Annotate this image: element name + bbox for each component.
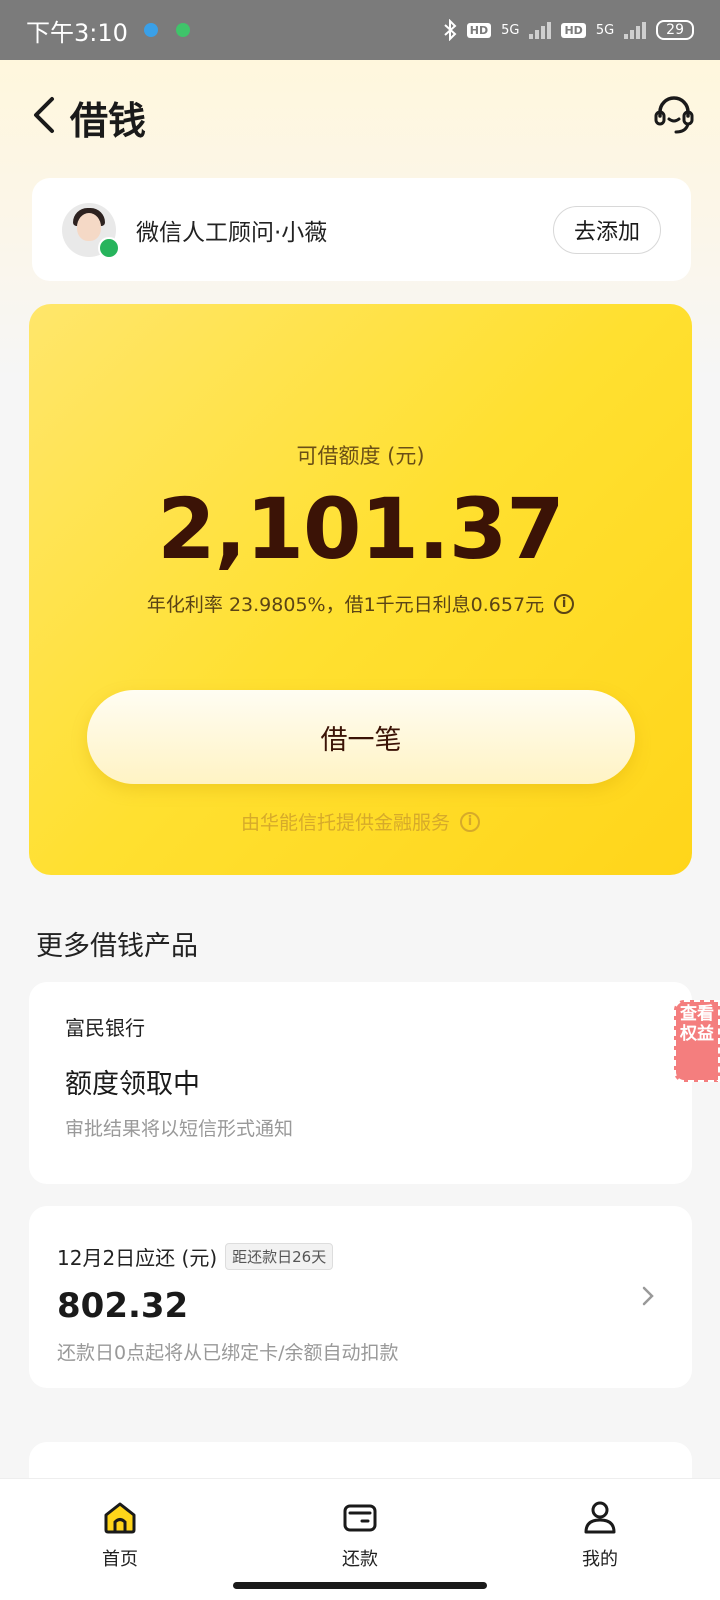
interest-rate-text: 年化利率 23.9805%，借1千元日利息0.657元: [146, 594, 545, 616]
app-notification-icon: [175, 23, 190, 37]
status-time: 下午3:10: [26, 18, 128, 47]
network-label: 5G: [501, 22, 520, 38]
days-badge: 距还款日26天: [225, 1243, 334, 1270]
tab-home[interactable]: 首页: [0, 1479, 240, 1600]
network-label: 5G: [595, 22, 615, 38]
hd-badge: HD: [466, 22, 492, 38]
advisor-name: 微信人工顾问·小薇: [136, 219, 328, 246]
signal-icon: [624, 21, 647, 39]
interest-rate-row: 年化利率 23.9805%，借1千元日利息0.657元 i: [29, 590, 692, 617]
repayment-amount: 802.32: [57, 1286, 189, 1326]
back-icon[interactable]: [30, 95, 60, 135]
credit-card: 可借额度 (元) 2,101.37 年化利率 23.9805%，借1千元日利息0…: [29, 304, 692, 875]
repayment-header: 12月2日应还 (元) 距还款日26天: [57, 1242, 334, 1271]
user-icon: [584, 1501, 616, 1534]
bank-status: 额度领取中: [65, 1069, 200, 1100]
home-icon: [104, 1502, 136, 1534]
hd-badge: HD: [561, 22, 586, 38]
wallet-icon: [343, 1504, 377, 1532]
page-title: 借钱: [70, 99, 147, 143]
signal-icon: [529, 21, 552, 39]
credit-limit-amount: 2,101.37: [157, 480, 565, 578]
tab-mine-label: 我的: [582, 1549, 618, 1570]
credit-limit-label: 可借额度 (元): [296, 444, 425, 468]
tab-repay-label: 还款: [342, 1549, 378, 1570]
advisor-card[interactable]: 微信人工顾问·小薇 去添加: [32, 178, 691, 281]
chevron-right-icon: [642, 1286, 654, 1306]
info-icon[interactable]: i: [554, 593, 575, 614]
home-indicator[interactable]: [233, 1582, 487, 1589]
benefits-tag[interactable]: 查看权益: [674, 1000, 720, 1082]
bank-product-card[interactable]: 富民银行 额度领取中 审批结果将以短信形式通知: [29, 982, 692, 1184]
borrow-button[interactable]: 借一笔: [87, 690, 635, 784]
app-notification-icon: [143, 23, 158, 37]
info-icon[interactable]: i: [460, 811, 480, 832]
bluetooth-icon: [444, 19, 457, 41]
tab-home-label: 首页: [102, 1549, 138, 1570]
section-title: 更多借钱产品: [36, 931, 198, 962]
due-label: 12月2日应还 (元): [57, 1246, 218, 1270]
avatar: [62, 202, 120, 259]
repayment-note: 还款日0点起将从已绑定卡/余额自动扣款: [57, 1342, 399, 1364]
provider-row: 由华能信托提供金融服务 i: [29, 808, 692, 835]
status-bar: 下午3:10 HD 5G HD 5G 29: [0, 0, 720, 60]
wechat-icon: [98, 236, 120, 259]
status-right: HD 5G HD 5G 29: [443, 19, 694, 41]
provider-text: 由华能信托提供金融服务: [240, 812, 450, 834]
add-advisor-button[interactable]: 去添加: [553, 205, 661, 254]
tab-mine[interactable]: 我的: [480, 1479, 720, 1600]
headset-icon[interactable]: [652, 92, 696, 136]
bank-name: 富民银行: [65, 1016, 145, 1040]
repayment-card[interactable]: 12月2日应还 (元) 距还款日26天 802.32 还款日0点起将从已绑定卡/…: [29, 1206, 692, 1388]
nav-bar: 借钱: [0, 60, 720, 170]
status-notification-icons: [143, 23, 190, 37]
bank-note: 审批结果将以短信形式通知: [65, 1118, 294, 1140]
battery-indicator: 29: [656, 20, 694, 40]
